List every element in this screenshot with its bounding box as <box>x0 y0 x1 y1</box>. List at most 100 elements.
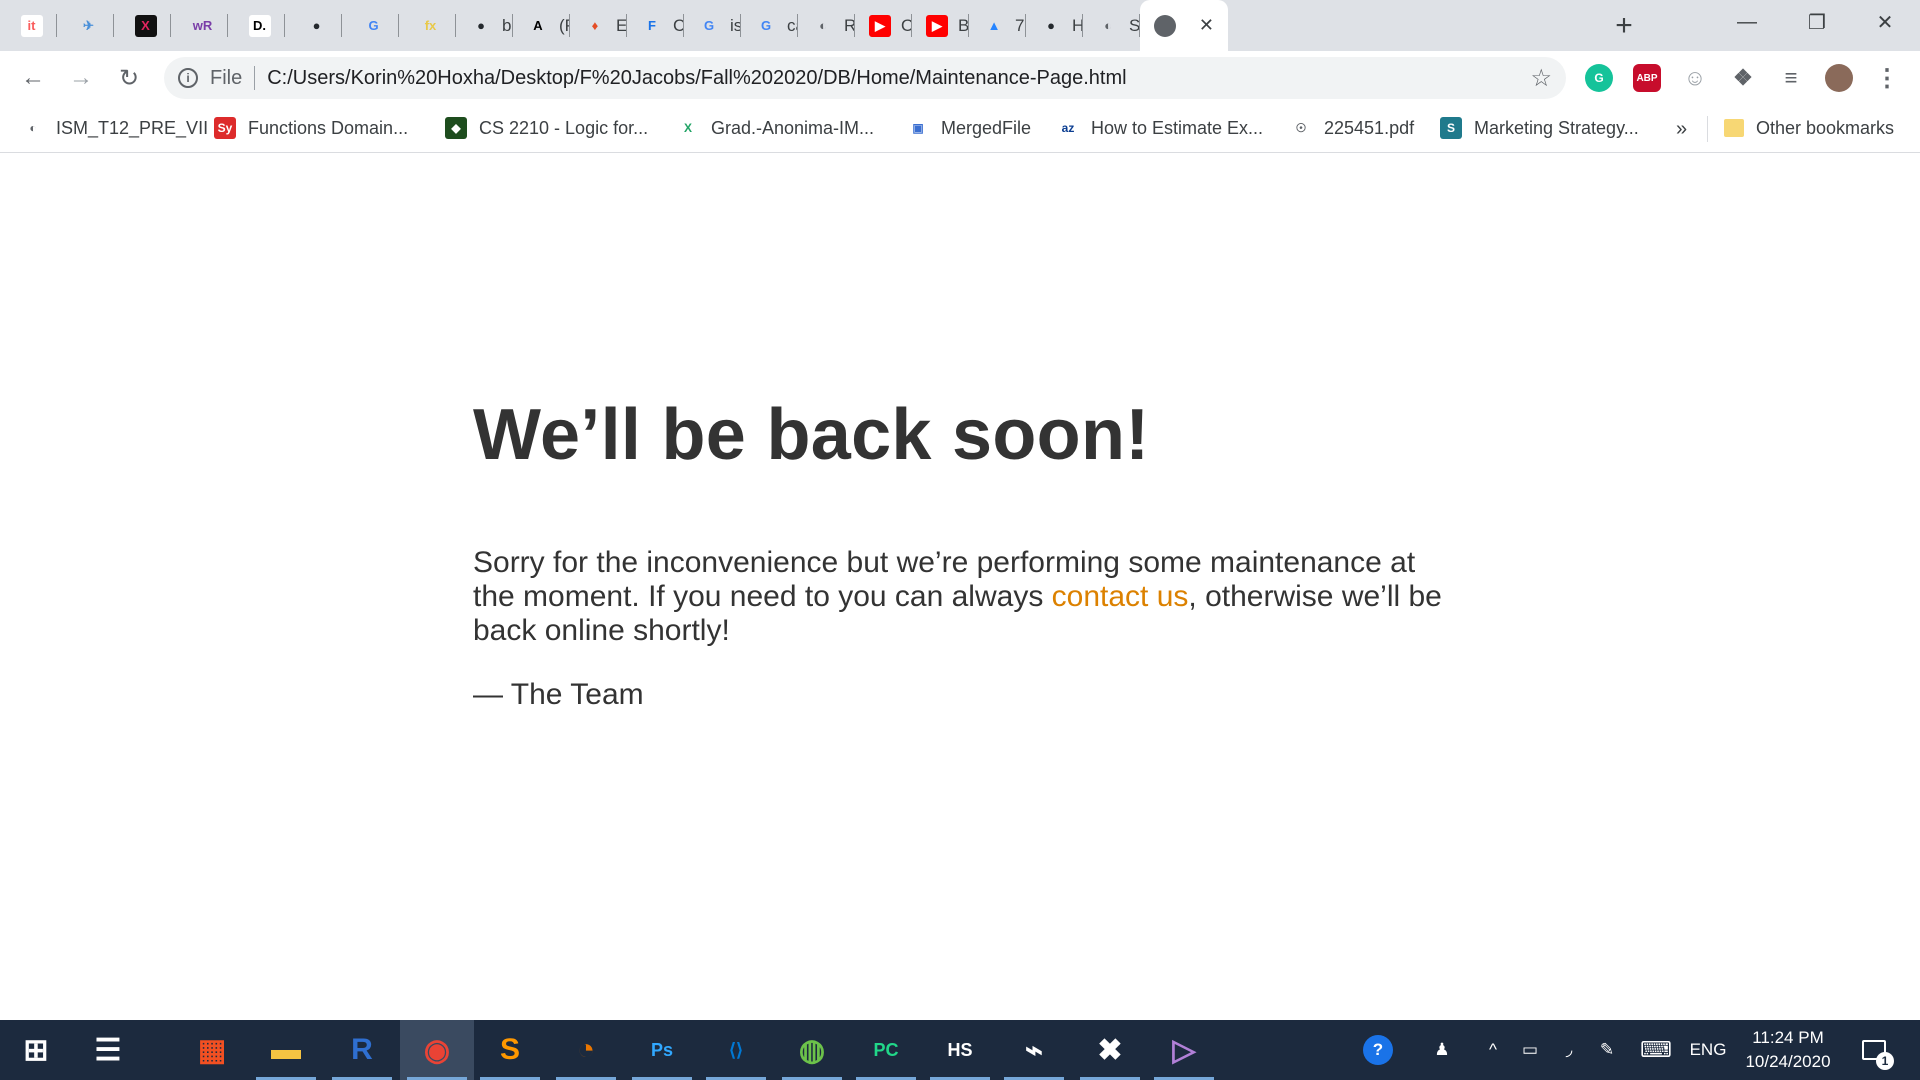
bookmark-estimate[interactable]: az How to Estimate Ex... <box>1057 114 1263 142</box>
language-indicator[interactable]: ENG <box>1686 1020 1730 1080</box>
tab-title: Op <box>901 15 912 35</box>
bookmark-grad-anonima[interactable]: X Grad.-Anonima-IM... <box>677 114 874 142</box>
wordreference-icon: wR <box>191 14 214 37</box>
blender-icon[interactable]: ◔ <box>564 1028 608 1072</box>
other-bookmarks[interactable]: Other bookmarks <box>1724 114 1894 142</box>
keyboard-icon[interactable]: ⌨ <box>1636 1020 1676 1080</box>
bookmarks-bar: ◐ ISM_T12_PRE_VII Sy Functions Domain... ◆ CS… <box>0 104 1920 153</box>
er-icon: ♦ <box>584 14 606 37</box>
page-heading: We’ll be back soon! <box>473 395 1150 475</box>
puzzle-icon[interactable]: ❖ <box>1729 64 1757 92</box>
bookmark-mergedfile[interactable]: ▣ MergedFile <box>907 114 1031 142</box>
bookmarks-overflow-button[interactable]: » <box>1676 118 1687 141</box>
tab-title: car <box>787 15 798 35</box>
browser-tab[interactable]: D. <box>228 0 285 51</box>
browser-tab[interactable]: fx <box>399 0 456 51</box>
media-icon[interactable]: ≡ <box>1777 64 1805 92</box>
profile-avatar[interactable] <box>1825 64 1853 92</box>
url-scheme-label: File <box>210 66 243 89</box>
browser-tab[interactable]: ◐ SQ <box>1083 0 1140 51</box>
minimize-button[interactable]: — <box>1712 0 1782 44</box>
browser-tab[interactable]: A (PD <box>513 0 570 51</box>
wifi-icon[interactable]: ◞ <box>1552 1020 1586 1080</box>
browser-tab[interactable]: ✈ <box>57 0 114 51</box>
address-bar[interactable]: i File C:/Users/Korin%20Hoxha/Desktop/F%… <box>164 57 1566 99</box>
active-tab[interactable]: ✕ <box>1140 0 1228 51</box>
clock[interactable]: 11:24 PM 10/24/2020 <box>1732 1026 1844 1074</box>
url-separator <box>254 66 256 90</box>
reload-button[interactable]: ↻ <box>110 59 148 97</box>
browser-tab[interactable]: F Car <box>627 0 684 51</box>
bookmarks-divider <box>1707 116 1708 142</box>
bird-icon: ✈ <box>77 14 100 37</box>
hs-app-icon[interactable]: HS <box>938 1028 982 1072</box>
url-text[interactable]: C:/Users/Korin%20Hoxha/Desktop/F%20Jacob… <box>267 67 1126 90</box>
browser-tab[interactable]: ● HTI <box>1026 0 1083 51</box>
tabs: it✈XwRD.●Gfx●bikA(PD♦ERFCarGis-aGcar◐Rer… <box>0 0 1228 51</box>
restore-button[interactable]: ❐ <box>1782 0 1852 44</box>
bookmark-functions-domain[interactable]: Sy Functions Domain... <box>214 114 408 142</box>
bookmark-star-icon[interactable]: ☆ <box>1530 64 1552 93</box>
close-tab-icon[interactable]: ✕ <box>1199 15 1214 36</box>
sublime-icon[interactable]: S <box>488 1028 532 1072</box>
clock-date: 10/24/2020 <box>1745 1052 1831 1071</box>
browser-tab[interactable]: it <box>0 0 57 51</box>
show-hidden-icons-button[interactable]: ^ <box>1478 1020 1508 1080</box>
grammarly-icon[interactable]: G <box>1585 64 1613 92</box>
globe-icon <box>1154 14 1176 37</box>
tab-title: Car <box>673 15 684 35</box>
back-button[interactable]: ← <box>14 59 52 97</box>
browser-tab[interactable]: Gis-a <box>684 0 741 51</box>
pycharm-icon[interactable]: PC <box>864 1028 908 1072</box>
start-button[interactable]: ⊞ <box>14 1028 58 1072</box>
github-icon: ● <box>1040 14 1062 37</box>
photoshop-icon[interactable]: Ps <box>640 1028 684 1072</box>
browser-tab[interactable]: ● bik <box>456 0 513 51</box>
youtube-icon: ▶ <box>869 14 891 37</box>
visual-studio-icon[interactable]: ▷ <box>1162 1028 1206 1072</box>
task-view-icon[interactable]: ☰ <box>86 1028 130 1072</box>
r-app-icon[interactable]: R <box>340 1028 384 1072</box>
people-icon[interactable]: ♟ <box>1422 1020 1462 1080</box>
browser-tab[interactable]: ▶ Op <box>855 0 912 51</box>
chrome-icon[interactable]: ◉ <box>400 1020 474 1080</box>
browser-tab[interactable]: ◐ Rer <box>798 0 855 51</box>
browser-tab[interactable]: ♦ ER <box>570 0 627 51</box>
bookmark-favicon-icon: X <box>677 117 699 139</box>
menu-icon[interactable]: ⋮ <box>1873 64 1901 92</box>
pen-icon[interactable]: ✎ <box>1590 1020 1624 1080</box>
browser-tab[interactable]: ▲ 7 e <box>969 0 1026 51</box>
bookmark-label: Marketing Strategy... <box>1474 117 1639 138</box>
browser-tab[interactable]: ▶ Bas <box>912 0 969 51</box>
battery-icon[interactable]: ▭ <box>1512 1020 1548 1080</box>
tab-title: 7 e <box>1015 15 1026 35</box>
browser-tab[interactable]: X <box>114 0 171 51</box>
bookmark-favicon-icon: Sy <box>214 117 236 139</box>
bookmark-cs2210[interactable]: ◆ CS 2210 - Logic for... <box>445 114 648 142</box>
contact-us-link[interactable]: contact us <box>1052 580 1189 613</box>
browser-tab[interactable]: wR <box>171 0 228 51</box>
notifications-button[interactable]: 1 <box>1852 1020 1896 1080</box>
xampp-icon[interactable]: ✖ <box>1088 1028 1132 1072</box>
bookmark-favicon-icon: ▣ <box>907 117 929 139</box>
bookmark-225451[interactable]: ☉ 225451.pdf <box>1290 114 1414 142</box>
acrobat-icon[interactable]: ⌁ <box>1012 1028 1056 1072</box>
forward-button[interactable]: → <box>62 59 100 97</box>
browser-tab[interactable]: Gcar <box>741 0 798 51</box>
app-circle-icon[interactable]: ◍ <box>790 1028 834 1072</box>
bookmark-marketing[interactable]: S Marketing Strategy... <box>1440 114 1639 142</box>
browser-tab[interactable]: ● <box>285 0 342 51</box>
close-window-button[interactable]: ✕ <box>1850 0 1920 44</box>
mosaic-app-icon[interactable]: ▦ <box>190 1028 234 1072</box>
help-icon[interactable]: ? <box>1358 1020 1398 1080</box>
reader-icon[interactable]: ☺ <box>1681 64 1709 92</box>
bookmark-ism[interactable]: ◐ ISM_T12_PRE_VII <box>22 114 208 142</box>
new-tab-button[interactable]: + <box>1604 6 1644 46</box>
adblock-icon[interactable]: ABP <box>1633 64 1661 92</box>
clock-time: 11:24 PM <box>1752 1028 1824 1047</box>
globe-icon: ◐ <box>1097 14 1119 37</box>
file-explorer-icon[interactable]: ▬ <box>264 1028 308 1072</box>
vscode-icon[interactable]: ⟨⟩ <box>714 1028 758 1072</box>
browser-tab[interactable]: G <box>342 0 399 51</box>
site-info-icon[interactable]: i <box>178 68 198 88</box>
